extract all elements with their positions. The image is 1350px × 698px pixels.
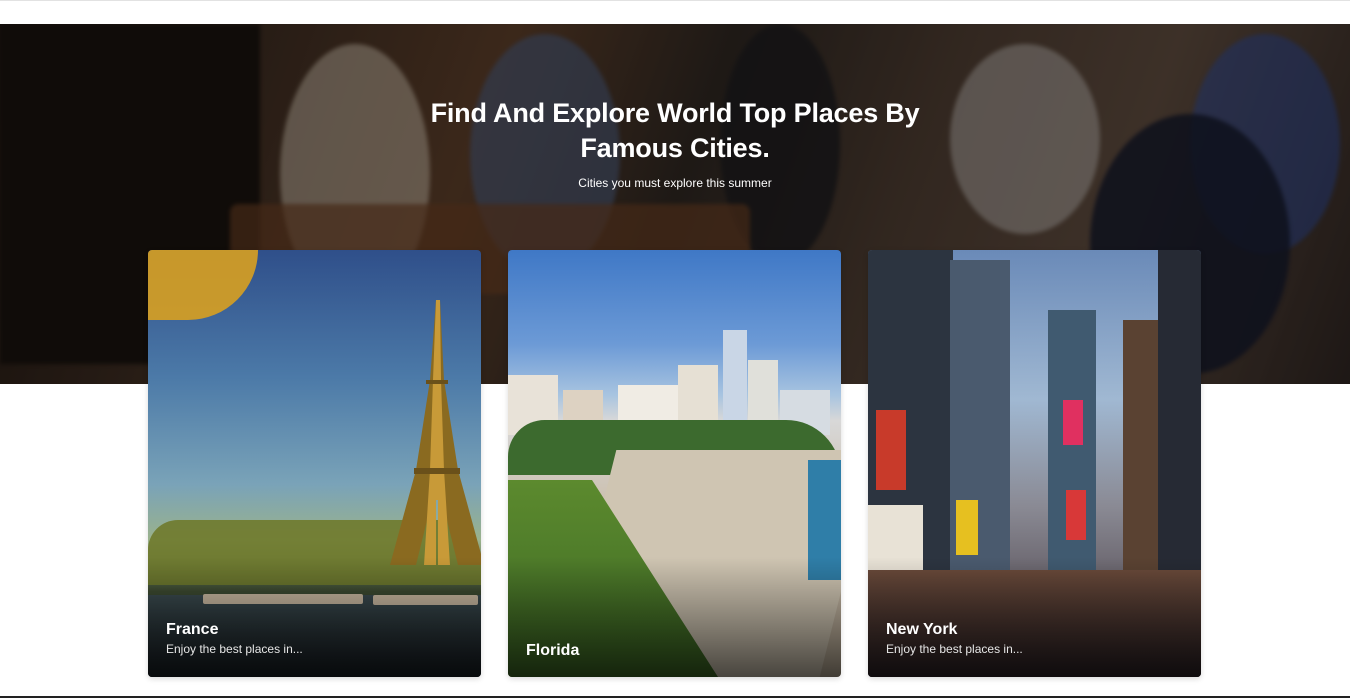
city-card-title: Florida	[526, 642, 580, 659]
billboard	[1066, 490, 1086, 540]
billboard	[956, 500, 978, 555]
hero-title: Find And Explore World Top Places By Fam…	[0, 96, 1350, 166]
top-bar	[0, 0, 1350, 25]
billboard	[1063, 400, 1083, 445]
city-card-florida[interactable]: Florida	[508, 250, 841, 677]
city-card-france[interactable]: France Enjoy the best places in...	[148, 250, 481, 677]
city-card-description: Enjoy the best places in...	[166, 642, 303, 656]
hero-subtitle: Cities you must explore this summer	[578, 176, 772, 190]
city-card-description: Enjoy the best places in...	[886, 642, 1023, 656]
skyline	[508, 325, 841, 435]
city-card-title: New York	[886, 621, 958, 638]
billboard	[876, 410, 906, 490]
hero-title-line-1: Find And Explore World Top Places By	[430, 98, 920, 128]
city-card-new-york[interactable]: New York Enjoy the best places in...	[868, 250, 1201, 677]
city-card-title: France	[166, 621, 219, 638]
eiffel-tower	[390, 300, 481, 565]
hero-title-line-2: Famous Cities.	[580, 133, 770, 163]
skyscraper	[1123, 320, 1163, 570]
